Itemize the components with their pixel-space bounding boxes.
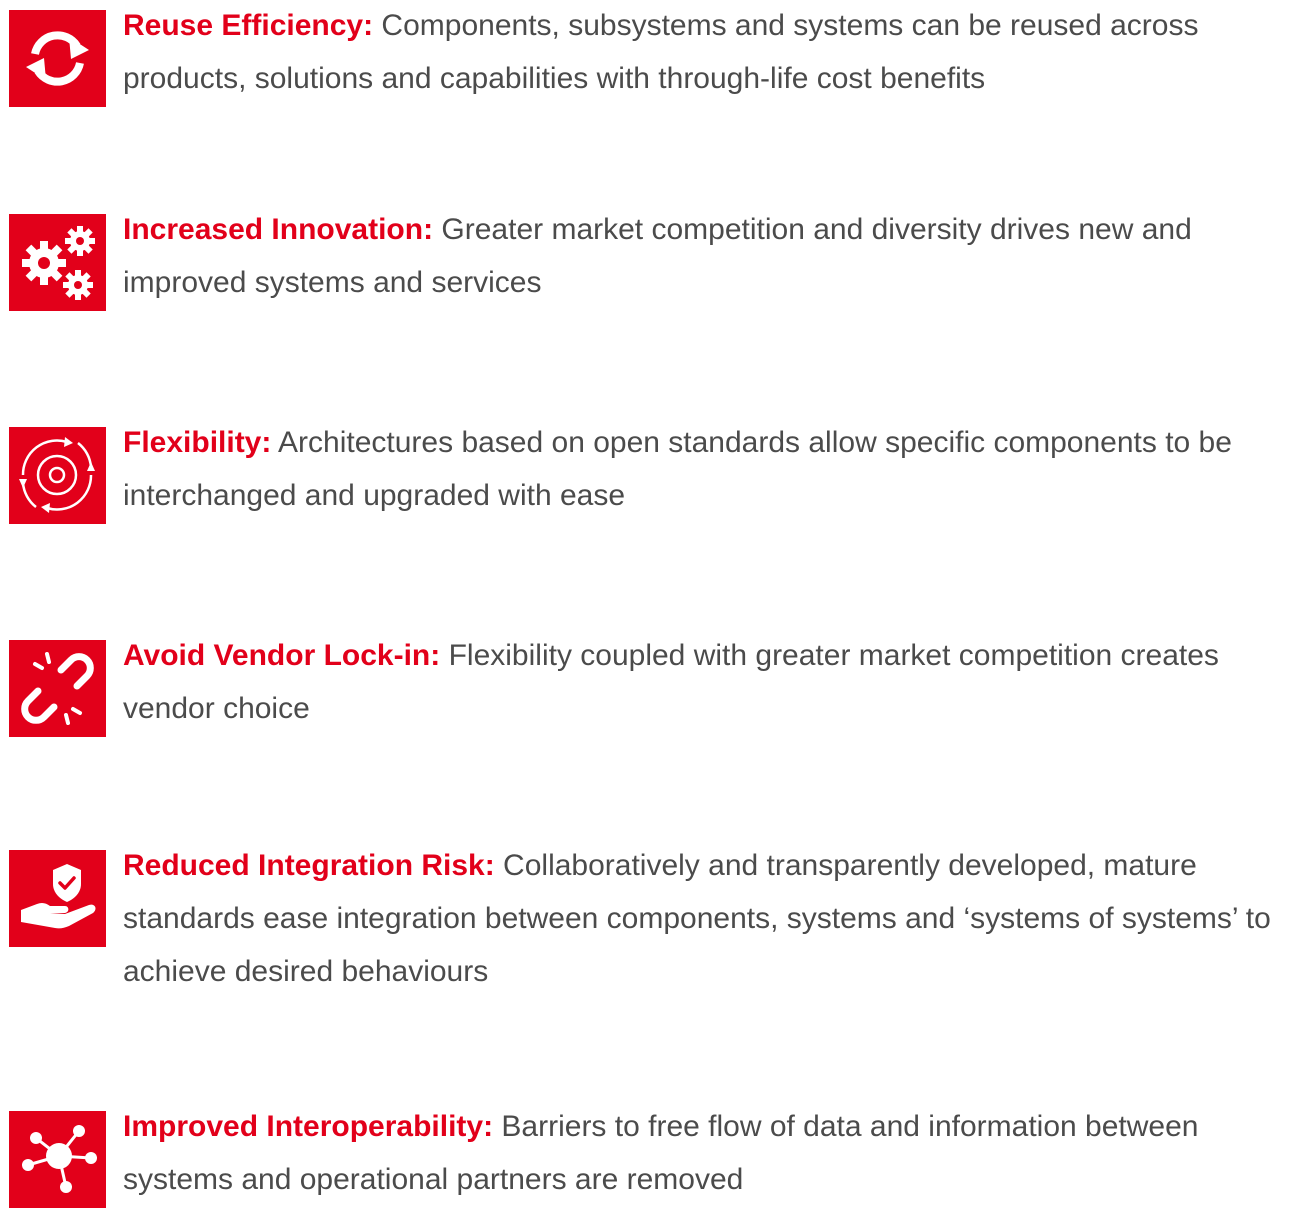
benefit-title: Improved Interoperability: [123, 1110, 494, 1143]
benefit-text: Avoid Vendor Lock-in: Flexibility couple… [123, 629, 1295, 735]
refresh-arrows-icon [9, 10, 106, 107]
benefit-title: Avoid Vendor Lock-in: [123, 639, 441, 672]
benefit-title: Increased Innovation: [123, 213, 434, 246]
benefit-title: Reduced Integration Risk: [123, 849, 495, 882]
benefit-description: Architectures based on open standards al… [123, 426, 1232, 512]
benefit-text: Reuse Efficiency: Components, subsystems… [123, 0, 1295, 105]
network-hub-icon [9, 1111, 106, 1208]
gears-icon [9, 214, 106, 311]
benefit-title: Flexibility: [123, 426, 272, 459]
benefit-text: Improved Interoperability: Barriers to f… [123, 1100, 1295, 1206]
benefit-title: Reuse Efficiency: [123, 9, 374, 42]
broken-link-icon [9, 640, 106, 737]
benefit-text: Flexibility: Architectures based on open… [123, 416, 1295, 522]
benefit-text: Reduced Integration Risk: Collaborativel… [123, 839, 1295, 998]
hand-shield-icon [9, 850, 106, 947]
benefit-text: Increased Innovation: Greater market com… [123, 203, 1295, 309]
gear-cycle-icon [9, 427, 106, 524]
